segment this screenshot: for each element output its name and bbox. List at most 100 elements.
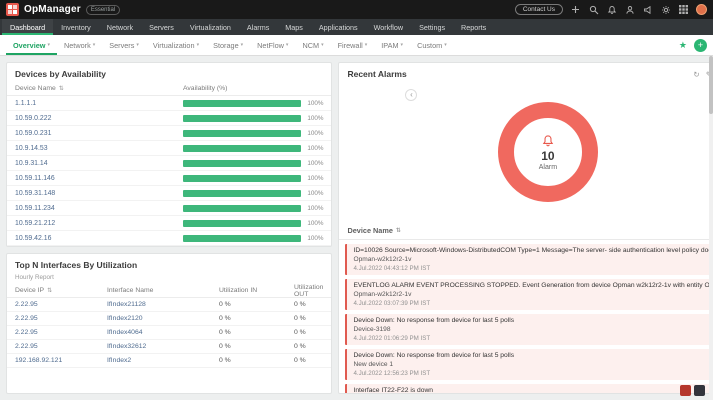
availability-value: 100% [307,159,324,167]
scrollbar-thumb[interactable] [709,56,713,114]
alarm-item[interactable]: Device Down: No response from device for… [345,349,713,380]
user-icon[interactable] [624,4,635,15]
table-row[interactable]: 192.168.92.121 IfIndex2 0 % 0 % [7,354,332,368]
nav-item-reports[interactable]: Reports [453,19,494,35]
table-row[interactable]: 2.22.95 IfIndex32612 0 % 0 % [7,340,332,354]
chevron-down-icon: ▾ [47,42,50,48]
feedback-widget-icon[interactable] [694,385,705,396]
interface-name[interactable]: IfIndex21128 [107,301,219,308]
alarm-donut[interactable]: 10 Alarm [497,102,598,202]
device-name-link[interactable]: 10.59.11.234 [15,205,183,212]
tab-ncm[interactable]: NCM ▾ [295,35,330,55]
table-row[interactable]: 10.59.11.146 100% [7,171,332,186]
availability-value: 100% [307,174,324,182]
nav-item-alarms[interactable]: Alarms [239,19,277,35]
chat-widget-icon[interactable] [680,385,691,396]
table-row[interactable]: 1.1.1.1 100% [7,96,332,111]
user-avatar[interactable] [696,4,707,15]
tab-label: NCM [302,40,320,50]
alarm-item[interactable]: Device Down: No response from device for… [345,314,713,345]
device-name-link[interactable]: 10.59.31.148 [15,190,183,197]
refresh-icon[interactable]: ↻ [693,70,699,79]
nav-item-inventory[interactable]: Inventory [53,19,99,35]
tab-overview[interactable]: Overview ▾ [6,35,57,55]
table-row[interactable]: 10.59.11.234 100% [7,201,332,216]
alarm-device: Opman-w2k12r2-1v [353,256,412,263]
interface-name[interactable]: IfIndex4064 [107,329,219,336]
device-name-link[interactable]: 10.59.11.146 [15,175,183,182]
interface-device-ip[interactable]: 2.22.95 [15,301,107,308]
interface-device-ip[interactable]: 2.22.95 [15,329,107,336]
app-logo-icon [6,3,19,16]
settings-gear-icon[interactable] [660,4,671,15]
table-row[interactable]: 10.59.42.16 100% [7,231,332,246]
interface-device-ip[interactable]: 2.22.95 [15,343,107,350]
utilization-out: 0 % [294,357,306,364]
device-name-link[interactable]: 1.1.1.1 [15,100,183,107]
nav-item-maps[interactable]: Maps [277,19,311,35]
interface-name[interactable]: IfIndex2120 [107,315,219,322]
sort-icon[interactable]: ⇅ [59,85,64,92]
table-row[interactable]: 10.9.31.14 100% [7,156,332,171]
nav-item-network[interactable]: Network [99,19,141,35]
nav-item-dashboard[interactable]: Dashboard [2,19,54,35]
device-name-link[interactable]: 10.9.14.53 [15,145,183,152]
interface-device-ip[interactable]: 192.168.92.121 [15,357,107,364]
announcement-icon[interactable] [642,4,653,15]
tab-custom[interactable]: Custom ▾ [410,35,454,55]
interface-name[interactable]: IfIndex32612 [107,343,219,350]
column-utilization-in: Utilization IN [219,287,258,294]
contact-us-button[interactable]: Contact Us [514,4,563,15]
table-row[interactable]: 10.59.31.148 100% [7,186,332,201]
interface-name[interactable]: IfIndex2 [107,357,219,364]
alarm-message: EVENTLOG ALARM EVENT PROCESSING STOPPED.… [353,282,713,289]
table-row[interactable]: 10.59.21.212 100% [7,216,332,231]
table-row[interactable]: 2.22.95 IfIndex2120 0 % 0 % [7,312,332,326]
interface-device-ip[interactable]: 2.22.95 [15,315,107,322]
tab-ipam[interactable]: IPAM ▾ [374,35,410,55]
availability-bar [183,234,302,242]
table-row[interactable]: 2.22.95 IfIndex4064 0 % 0 % [7,326,332,340]
availability-bar [183,114,302,122]
left-column: Devices by Availability Device Name ⇅ Av… [6,62,333,394]
carousel-prev-icon[interactable]: ‹ [405,89,418,101]
apps-grid-icon[interactable] [678,4,689,15]
alarm-item[interactable]: Interface IT22-F22 is down N PLC WEST-1F… [345,384,713,393]
tab-firewall[interactable]: Firewall ▾ [331,35,375,55]
sort-icon[interactable]: ⇅ [396,227,401,234]
table-row[interactable]: 2.22.95 IfIndex21128 0 % 0 % [7,298,332,312]
favorite-star-icon[interactable]: ★ [679,40,687,51]
nav-item-workflow[interactable]: Workflow [366,19,411,35]
scrollbar[interactable] [709,56,713,400]
tab-virtualization[interactable]: Virtualization ▾ [146,35,206,55]
search-icon[interactable] [588,4,599,15]
table-row[interactable]: 10.59.0.222 100% [7,111,332,126]
notification-bell-icon[interactable] [606,4,617,15]
alarm-device: Device-3198 [353,326,391,333]
tab-netflow[interactable]: NetFlow ▾ [250,35,295,55]
nav-item-applications[interactable]: Applications [311,19,366,35]
devices-by-availability-panel: Devices by Availability Device Name ⇅ Av… [6,62,333,247]
device-name-link[interactable]: 10.59.0.231 [15,130,183,137]
device-name-link[interactable]: 10.59.0.222 [15,115,183,122]
alarm-item[interactable]: EVENTLOG ALARM EVENT PROCESSING STOPPED.… [345,279,713,310]
device-name-link[interactable]: 10.9.31.14 [15,160,183,167]
nav-item-virtualization[interactable]: Virtualization [182,19,239,35]
tab-network[interactable]: Network ▾ [57,35,102,55]
table-row[interactable]: 10.9.14.53 100% [7,141,332,156]
chevron-down-icon: ▾ [444,42,447,48]
tab-storage[interactable]: Storage ▾ [206,35,250,55]
nav-item-servers[interactable]: Servers [141,19,182,35]
tab-label: Overview [13,40,46,50]
alarm-item[interactable]: ID=10026 Source=Microsoft-Windows-Distri… [345,244,713,275]
tab-servers[interactable]: Servers ▾ [102,35,146,55]
nav-item-settings[interactable]: Settings [411,19,453,35]
column-interface-name: Interface Name [107,287,154,294]
device-name-link[interactable]: 10.59.21.212 [15,220,183,227]
device-name-link[interactable]: 10.59.42.16 [15,235,183,242]
column-device-ip: Device IP [15,287,45,294]
add-icon[interactable] [570,4,581,15]
table-row[interactable]: 10.59.0.231 100% [7,126,332,141]
sort-icon[interactable]: ⇅ [47,287,52,294]
add-dashboard-button[interactable]: + [694,38,707,52]
